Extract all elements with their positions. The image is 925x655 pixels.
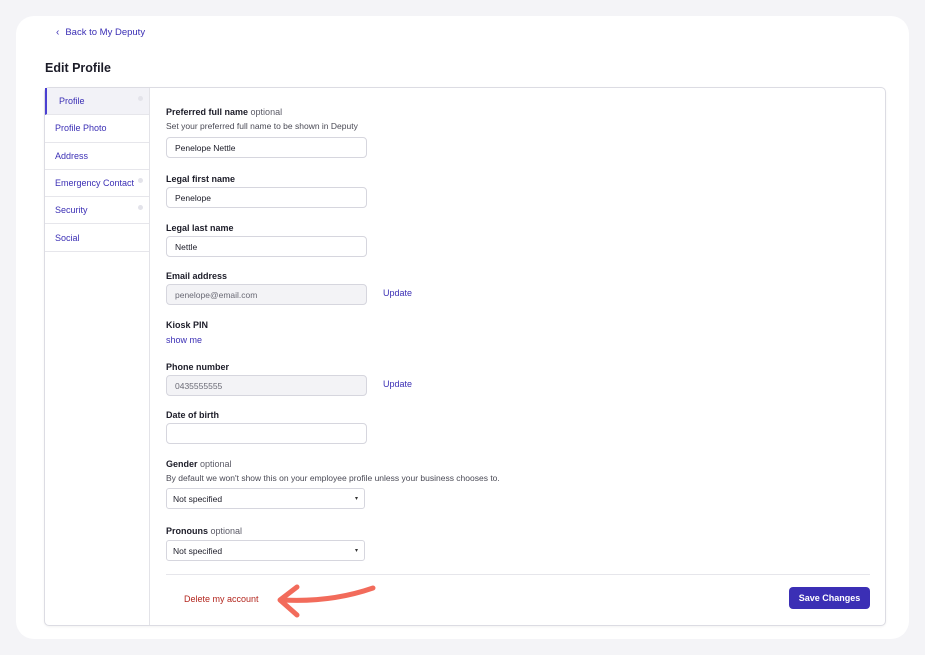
gender-help: By default we won't show this on your em… xyxy=(166,473,500,483)
preferred-name-field: Preferred full name optional Set your pr… xyxy=(166,107,367,158)
profile-card: Profile Profile Photo Address Emergency … xyxy=(44,87,886,626)
optional-tag: optional xyxy=(200,459,232,469)
phone-update-link[interactable]: Update xyxy=(383,379,412,389)
back-to-my-deputy-link[interactable]: ‹ Back to My Deputy xyxy=(56,27,145,38)
delete-account-link[interactable]: Delete my account xyxy=(184,594,259,604)
sidebar-item-emergency-contact[interactable]: Emergency Contact xyxy=(45,170,149,198)
phone-label: Phone number xyxy=(166,362,230,372)
sidebar-item-social[interactable]: Social xyxy=(45,224,149,252)
legal-last-name-label: Legal last name xyxy=(166,223,234,233)
email-label: Email address xyxy=(166,271,228,281)
kiosk-pin-label: Kiosk PIN xyxy=(166,320,209,330)
profile-sidebar: Profile Profile Photo Address Emergency … xyxy=(45,88,150,625)
page-title: Edit Profile xyxy=(45,61,111,75)
sidebar-item-security[interactable]: Security xyxy=(45,197,149,225)
pronouns-field: Pronouns optional Not specified ▾ xyxy=(166,526,365,561)
kiosk-pin-field: Kiosk PIN show me xyxy=(166,320,208,345)
sidebar-item-profile-photo[interactable]: Profile Photo xyxy=(45,115,149,143)
back-link-label: Back to My Deputy xyxy=(65,27,146,38)
email-input: penelope@email.com xyxy=(166,284,367,305)
pronouns-select-value: Not specified xyxy=(173,545,223,556)
email-field: Email address penelope@email.com xyxy=(166,271,367,305)
sidebar-item-label: Profile xyxy=(59,96,85,107)
dob-label: Date of birth xyxy=(166,410,219,420)
sidebar-item-label: Emergency Contact xyxy=(55,178,135,189)
status-dot-icon xyxy=(138,96,143,101)
legal-first-name-field: Legal first name Penelope xyxy=(166,174,367,208)
gender-label: Gender optional xyxy=(166,459,500,469)
sidebar-item-label: Security xyxy=(55,205,88,216)
status-dot-icon xyxy=(138,177,143,183)
sidebar-item-profile[interactable]: Profile xyxy=(45,88,149,116)
pronouns-label: Pronouns optional xyxy=(166,526,365,536)
gender-select-value: Not specified xyxy=(173,493,223,504)
phone-field: Phone number 0435555555 xyxy=(166,362,367,396)
show-pin-link[interactable]: show me xyxy=(166,335,208,345)
field-label-text: Preferred full name xyxy=(166,107,249,117)
legal-first-name-label: Legal first name xyxy=(166,174,236,184)
pronouns-select[interactable]: Not specified ▾ xyxy=(166,540,365,561)
email-update-link[interactable]: Update xyxy=(383,288,412,298)
dropdown-caret-icon: ▾ xyxy=(354,496,358,502)
dob-field: Date of birth xyxy=(166,410,367,444)
footer-divider xyxy=(166,574,870,575)
optional-tag: optional xyxy=(210,526,243,536)
phone-input: 0435555555 xyxy=(166,375,367,396)
preferred-name-input[interactable]: Penelope Nettle xyxy=(166,137,367,158)
gender-field: Gender optional By default we won't show… xyxy=(166,459,500,509)
profile-form: Preferred full name optional Set your pr… xyxy=(166,88,866,625)
legal-last-name-input[interactable]: Nettle xyxy=(166,236,367,257)
annotation-arrow-icon xyxy=(277,584,376,618)
status-dot-icon xyxy=(138,205,143,211)
legal-first-name-input[interactable]: Penelope xyxy=(166,187,367,208)
sidebar-item-address[interactable]: Address xyxy=(45,143,149,170)
preferred-name-help: Set your preferred full name to be shown… xyxy=(166,121,358,131)
dropdown-caret-icon: ▾ xyxy=(354,548,358,554)
sidebar-item-label: Address xyxy=(55,150,89,161)
chevron-left-icon: ‹ xyxy=(56,26,60,38)
field-label-text: Pronouns xyxy=(166,526,208,536)
preferred-name-label: Preferred full name optional xyxy=(166,107,367,117)
legal-last-name-field: Legal last name Nettle xyxy=(166,223,367,257)
field-label-text: Gender xyxy=(166,459,198,469)
sidebar-item-label: Profile Photo xyxy=(55,123,107,134)
sidebar-item-label: Social xyxy=(55,232,80,243)
gender-select[interactable]: Not specified ▾ xyxy=(166,488,365,509)
dob-input[interactable] xyxy=(166,423,367,444)
optional-tag: optional xyxy=(250,107,283,117)
save-changes-button[interactable]: Save Changes xyxy=(789,587,870,609)
